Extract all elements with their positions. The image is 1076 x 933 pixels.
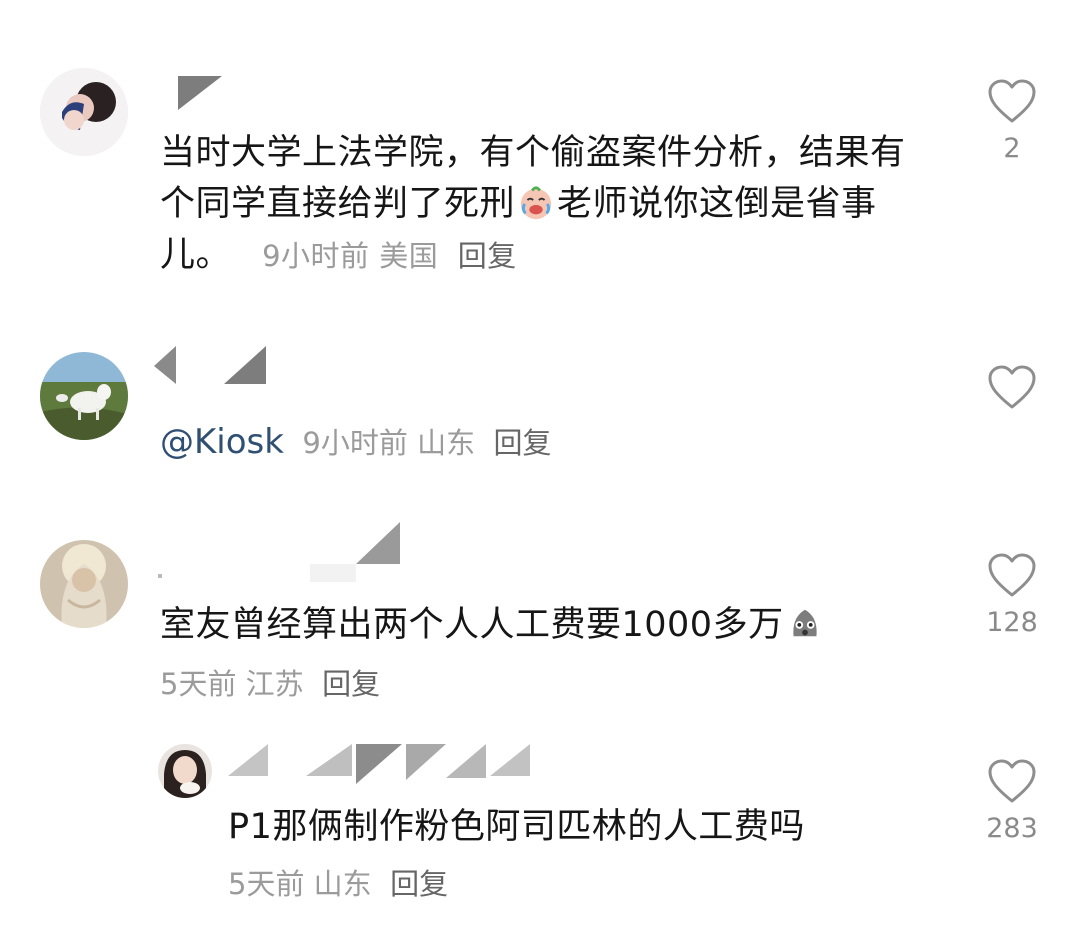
like-count: 128 (986, 607, 1038, 638)
like-count: 283 (986, 813, 1038, 844)
heart-icon (988, 365, 1036, 409)
comment-meta: @Kiosk 9小时前 山东 回复 (160, 424, 552, 461)
like-button[interactable]: 2 (986, 78, 1038, 166)
comment-meta: 9小时前 美国 回复 (243, 239, 517, 273)
comment-meta: 5天前 山东 回复 (228, 866, 448, 902)
reply-button[interactable]: 回复 (494, 426, 552, 460)
comment-time: 9小时前 (302, 426, 408, 460)
mention-link[interactable]: @Kiosk (160, 422, 284, 462)
reply-button[interactable]: 回复 (322, 667, 380, 701)
reply-button[interactable]: 回复 (390, 867, 448, 901)
comment-text: 当时大学上法学院，有个偷盗案件分析，结果有个同学直接给判了死刑 老师说你这倒是省事… (160, 128, 920, 282)
heart-icon (988, 79, 1036, 123)
comment-location: 山东 (313, 867, 372, 901)
like-button[interactable] (986, 364, 1038, 410)
like-count: 2 (1003, 133, 1021, 164)
comment-location: 美国 (379, 239, 439, 273)
heart-icon (988, 759, 1036, 803)
avatar[interactable] (158, 744, 212, 798)
avatar[interactable] (40, 352, 128, 440)
comment-text: P1那俩制作粉色阿司匹林的人工费吗 (228, 802, 928, 853)
avatar[interactable] (40, 68, 128, 156)
comment-meta: 5天前 江苏 回复 (160, 666, 380, 702)
comment-text-part: 室友曾经算出两个人人工费要1000多万 (160, 605, 784, 645)
comment-time: 5天前 (160, 667, 237, 701)
comment-text: 室友曾经算出两个人人工费要1000多万 (160, 600, 920, 651)
like-button[interactable]: 128 (986, 552, 1038, 640)
username-redacted[interactable] (210, 740, 610, 788)
reply-button[interactable]: 回复 (458, 239, 517, 273)
avatar[interactable] (40, 540, 128, 628)
comment-location: 山东 (417, 426, 476, 460)
comment-text-part: P1那俩制作粉色阿司匹林的人工费吗 (228, 807, 805, 847)
heart-icon (988, 553, 1036, 597)
username-redacted[interactable] (152, 344, 270, 388)
comment-location: 江苏 (245, 667, 304, 701)
comment-time: 5天前 (228, 867, 305, 901)
like-button[interactable]: 283 (986, 758, 1038, 846)
username-redacted[interactable] (178, 76, 224, 112)
comment-time: 9小时前 (262, 239, 370, 273)
shocked-face-emoji (786, 604, 824, 642)
laughing-crying-emoji (517, 183, 555, 221)
username-redacted[interactable] (156, 520, 404, 584)
